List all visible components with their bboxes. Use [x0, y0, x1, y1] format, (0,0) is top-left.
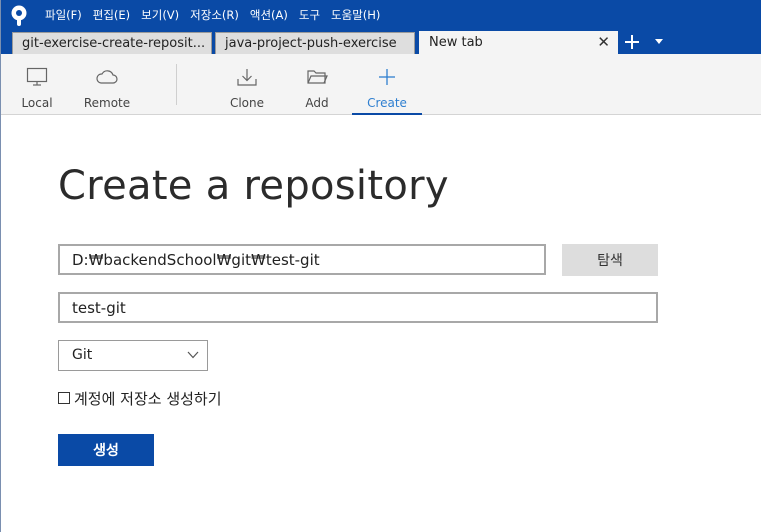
menu-file[interactable]: 파일(F): [45, 7, 82, 23]
toolbar: Local Remote Clone Add Create: [1, 54, 761, 115]
menu-actions[interactable]: 액션(A): [250, 7, 288, 23]
tab-label: New tab: [429, 35, 483, 50]
menu-help[interactable]: 도움말(H): [331, 7, 380, 23]
cloud-icon: [96, 70, 118, 84]
create-button[interactable]: 생성: [58, 434, 154, 466]
remote-button[interactable]: Remote: [81, 54, 133, 114]
monitor-icon: [26, 67, 48, 86]
add-label: Add: [305, 96, 329, 110]
sourcetree-logo-icon: [11, 5, 27, 26]
tab-git-exercise[interactable]: git-exercise-create-reposit...: [12, 32, 212, 54]
create-on-account-option[interactable]: 계정에 저장소 생성하기: [58, 388, 222, 408]
chevron-down-icon: [187, 351, 199, 359]
plus-icon[interactable]: [622, 31, 642, 53]
browse-button[interactable]: 탐색: [562, 244, 658, 276]
tab-bar: git-exercise-create-reposit... java-proj…: [1, 30, 761, 54]
folder-icon: [307, 70, 328, 84]
menu-repository[interactable]: 저장소(R): [190, 7, 239, 23]
destination-path-input[interactable]: [58, 244, 546, 275]
toolbar-divider: [176, 64, 177, 105]
menu-tools[interactable]: 도구: [299, 7, 320, 23]
menu-bar: 파일(F) 편집(E) 보기(V) 저장소(R) 액션(A) 도구 도움말(H): [45, 0, 391, 30]
create-tool-button[interactable]: Create: [352, 54, 422, 115]
download-icon: [237, 69, 257, 86]
menu-view[interactable]: 보기(V): [141, 7, 179, 23]
tab-java-project[interactable]: java-project-push-exercise: [215, 32, 415, 54]
plus-icon: [379, 69, 395, 85]
chevron-down-icon[interactable]: [655, 39, 663, 44]
local-button[interactable]: Local: [13, 54, 61, 114]
create-on-account-label: 계정에 저장소 생성하기: [74, 389, 222, 408]
close-icon[interactable]: ✕: [597, 34, 610, 50]
tab-label: java-project-push-exercise: [225, 36, 397, 51]
page-title: Create a repository: [58, 163, 449, 209]
menu-edit[interactable]: 편집(E): [93, 7, 130, 23]
add-button[interactable]: Add: [293, 54, 341, 114]
tab-new-tab[interactable]: New tab ✕: [419, 31, 618, 54]
create-tool-label: Create: [367, 96, 407, 110]
title-bar: 파일(F) 편집(E) 보기(V) 저장소(R) 액션(A) 도구 도움말(H): [1, 0, 761, 30]
clone-label: Clone: [229, 96, 265, 110]
repository-type-value: Git: [72, 347, 93, 363]
repository-name-input[interactable]: [58, 292, 658, 323]
repository-type-dropdown[interactable]: Git: [58, 340, 208, 371]
tab-label: git-exercise-create-reposit...: [22, 36, 206, 51]
remote-label: Remote: [83, 96, 131, 110]
app-window: 파일(F) 편집(E) 보기(V) 저장소(R) 액션(A) 도구 도움말(H)…: [0, 0, 761, 532]
local-label: Local: [21, 96, 53, 110]
create-on-account-checkbox[interactable]: [58, 392, 70, 404]
clone-button[interactable]: Clone: [223, 54, 271, 114]
